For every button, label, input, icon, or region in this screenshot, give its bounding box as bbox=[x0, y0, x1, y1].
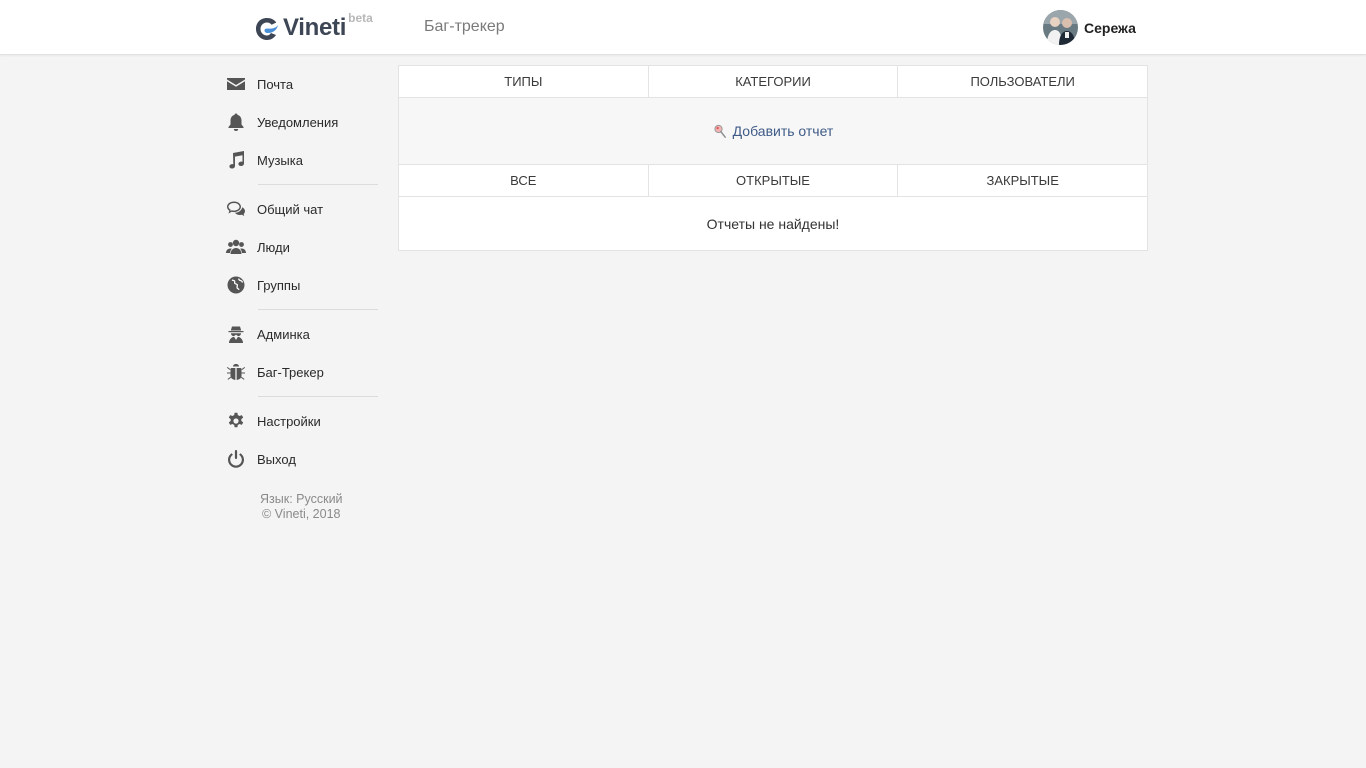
logo-beta-badge: beta bbox=[348, 11, 373, 25]
sidebar-item-settings[interactable]: Настройки bbox=[226, 402, 386, 440]
sidebar-item-general-chat[interactable]: Общий чат bbox=[226, 190, 386, 228]
bug-tracker-panel: Типы Категории Пользователи Добавить отч… bbox=[398, 65, 1148, 251]
people-icon bbox=[226, 237, 246, 257]
top-header: Vineti beta Баг-трекер Сережа bbox=[0, 0, 1366, 55]
tab-closed[interactable]: Закрытые bbox=[898, 165, 1147, 196]
add-report-row: Добавить отчет bbox=[399, 98, 1147, 165]
empty-state-message: Отчеты не найдены! bbox=[706, 215, 840, 232]
sidebar-item-label: Выход bbox=[257, 451, 296, 467]
sidebar-item-groups[interactable]: Группы bbox=[226, 266, 386, 304]
add-report-label: Добавить отчет bbox=[732, 123, 834, 139]
filter-tabs: Все Открытые Закрытые bbox=[399, 165, 1147, 197]
music-icon bbox=[226, 150, 246, 170]
sidebar-item-bug-tracker[interactable]: Баг-Трекер bbox=[226, 353, 386, 391]
sidebar-item-label: Админка bbox=[257, 326, 310, 342]
sidebar-item-label: Группы bbox=[257, 277, 301, 293]
sidebar-item-logout[interactable]: Выход bbox=[226, 440, 386, 478]
sidebar-item-label: Уведомления bbox=[257, 114, 339, 130]
copyright: © Vineti, 2018 bbox=[262, 507, 341, 521]
language-selector[interactable]: Язык: Русский bbox=[260, 492, 386, 507]
logo[interactable]: Vineti beta bbox=[254, 12, 373, 42]
mail-icon bbox=[226, 74, 246, 94]
top-tabs: Типы Категории Пользователи bbox=[399, 66, 1147, 98]
sidebar-item-label: Музыка bbox=[257, 152, 303, 168]
bell-icon bbox=[226, 112, 246, 132]
sidebar-item-label: Баг-Трекер bbox=[257, 364, 324, 380]
spy-icon bbox=[226, 324, 246, 344]
tab-users[interactable]: Пользователи bbox=[898, 66, 1147, 97]
sidebar-footer: Язык: Русский © Vineti, 2018 bbox=[226, 492, 386, 522]
sidebar-item-people[interactable]: Люди bbox=[226, 228, 386, 266]
sidebar-item-notifications[interactable]: Уведомления bbox=[226, 103, 386, 141]
user-menu[interactable]: Сережа bbox=[1043, 10, 1136, 45]
sidebar-item-admin[interactable]: Админка bbox=[226, 315, 386, 353]
avatar[interactable] bbox=[1043, 10, 1078, 45]
pin-icon bbox=[714, 124, 726, 138]
bug-icon bbox=[226, 362, 246, 382]
gear-icon bbox=[226, 411, 246, 431]
add-report-button[interactable]: Добавить отчет bbox=[713, 123, 834, 139]
avatar-image bbox=[1043, 10, 1078, 45]
tab-open[interactable]: Открытые bbox=[649, 165, 899, 196]
logo-text: Vineti bbox=[283, 14, 347, 41]
sidebar-item-label: Общий чат bbox=[257, 201, 324, 217]
sidebar-divider bbox=[258, 184, 378, 185]
logo-icon bbox=[256, 18, 278, 40]
sidebar: Почта Уведомления Музыка Общий чат Люди … bbox=[226, 65, 386, 522]
page-title: Баг-трекер bbox=[424, 18, 505, 35]
tab-categories[interactable]: Категории bbox=[649, 66, 899, 97]
globe-icon bbox=[226, 275, 246, 295]
sidebar-item-label: Настройки bbox=[257, 413, 321, 429]
user-name[interactable]: Сережа bbox=[1084, 20, 1136, 36]
sidebar-item-label: Люди bbox=[257, 239, 290, 255]
tab-types[interactable]: Типы bbox=[399, 66, 649, 97]
sidebar-item-mail[interactable]: Почта bbox=[226, 65, 386, 103]
chat-icon bbox=[226, 199, 246, 219]
sidebar-item-music[interactable]: Музыка bbox=[226, 141, 386, 179]
sidebar-divider bbox=[258, 396, 378, 397]
tab-all[interactable]: Все bbox=[399, 165, 649, 196]
sidebar-item-label: Почта bbox=[257, 76, 294, 92]
sidebar-divider bbox=[258, 309, 378, 310]
power-icon bbox=[226, 449, 246, 469]
